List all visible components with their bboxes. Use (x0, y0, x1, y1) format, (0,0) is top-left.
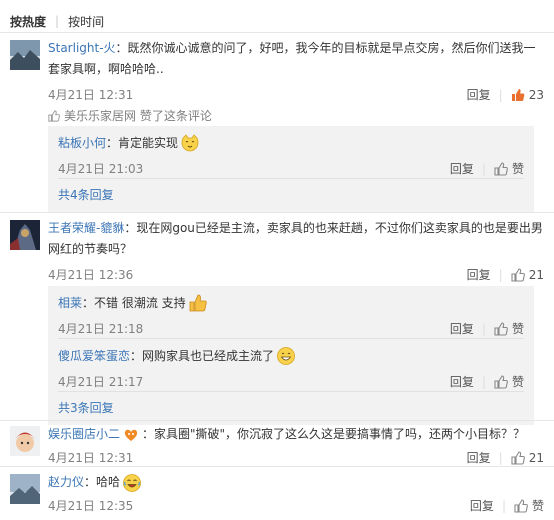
action-divider: | (481, 374, 486, 389)
liked-by-text: 美乐乐家居网 赞了这条评论 (64, 109, 212, 123)
comment-time: 4月21日 12:31 (48, 88, 134, 102)
action-divider: | (498, 87, 503, 102)
like-count: 21 (528, 267, 544, 282)
avatar[interactable] (10, 474, 40, 504)
comment-meta: 4月21日 12:31 回复 | 21 (48, 447, 544, 467)
reply-button[interactable]: 回复 (467, 86, 491, 103)
reply-button[interactable]: 回复 (467, 266, 491, 283)
reply-content: ：肯定能实现 (106, 136, 179, 150)
reply-button[interactable]: 回复 (450, 373, 474, 390)
divider (0, 420, 554, 421)
fan-badge-icon (124, 429, 138, 441)
comment-text: 王者荣耀-貔貅：现在网gou已经是主流，卖家具的也来赶趟，不过你们这卖家具的也是… (48, 218, 544, 260)
avatar[interactable] (10, 426, 40, 456)
reply-username[interactable]: 傻瓜爱笨蛋恋 (58, 346, 130, 366)
reply-actions: 回复 | 赞 (450, 320, 524, 337)
like-label: 赞 (511, 322, 524, 336)
action-divider: | (498, 267, 503, 282)
thumbs-up-icon (511, 267, 525, 282)
divider (0, 32, 554, 33)
like-button[interactable]: 23 (511, 88, 544, 102)
like-button[interactable]: 赞 (514, 497, 544, 514)
divider (0, 212, 554, 213)
grin-emoji (277, 347, 295, 365)
like-count: 23 (528, 87, 544, 102)
thumbs-up-icon (511, 450, 525, 465)
action-divider: | (481, 161, 486, 176)
thumbs-up-emoji (189, 294, 207, 312)
comment-username[interactable]: 赵力仪 (48, 472, 84, 493)
like-button[interactable]: 21 (511, 451, 544, 465)
reply-actions: 回复 | 赞 (450, 160, 524, 177)
like-button[interactable]: 赞 (494, 160, 524, 177)
action-divider: | (498, 450, 503, 465)
comment-actions: 回复 | 赞 (470, 497, 544, 514)
comment-time: 4月21日 12:35 (48, 499, 134, 513)
reply-username[interactable]: 粘板小何 (58, 133, 106, 153)
reply-box: 粘板小何 ：肯定能实现 4月21日 21:03 回复 | 赞 共4条回复 (48, 126, 534, 212)
like-button[interactable]: 21 (511, 268, 544, 282)
comment-text: 赵力仪 ：哈哈 (48, 472, 544, 493)
comment-meta: 4月21日 12:35 回复 | 赞 (48, 495, 544, 515)
comment-text: 娱乐圈店小二 ：家具圈"撕破"，你沉寂了这么久这是要搞事情了吗，还两个小目标？？ (48, 424, 544, 445)
reply-item: 粘板小何 ：肯定能实现 4月21日 21:03 回复 | 赞 (48, 126, 534, 178)
comment-actions: 回复 | 21 (467, 449, 544, 466)
like-count: 21 (528, 450, 544, 465)
comment-username[interactable]: 娱乐圈店小二 (48, 427, 120, 441)
action-divider: | (481, 321, 486, 336)
comment-username[interactable]: Starlight-火 (48, 41, 116, 55)
like-button[interactable]: 赞 (494, 373, 524, 390)
avatar[interactable] (10, 220, 40, 250)
reply-button[interactable]: 回复 (450, 320, 474, 337)
thumbs-up-icon (514, 498, 528, 513)
like-label: 赞 (531, 499, 544, 513)
cat-emoji (181, 134, 199, 152)
comment-text: Starlight-火：既然你诚心诚意的问了，好吧，我今年的目标就是早点交房，然… (48, 38, 544, 80)
comment-content: ：家具圈"撕破"，你沉寂了这么久这是要搞事情了吗，还两个小目标？？ (142, 427, 526, 441)
comment-actions: 回复 | 23 (467, 86, 544, 103)
thumbs-up-icon (511, 88, 525, 101)
more-replies-link[interactable]: 共4条回复 (48, 179, 534, 212)
divider (0, 466, 554, 467)
reply-item: 傻瓜爱笨蛋恋 ：网购家具也已经成主流了 4月21日 21:17 回复 | 赞 (48, 339, 534, 391)
like-label: 赞 (511, 162, 524, 176)
sort-by-hot[interactable]: 按热度 (10, 13, 46, 30)
reply-box: 相莱 ：不错 很潮流 支持 4月21日 21:18 回复 | 赞 傻瓜爱笨蛋恋 ：网… (48, 286, 534, 425)
comment-content: ：既然你诚心诚意的问了，好吧，我今年的目标就是早点交房，然后你们送我一套家具啊，… (48, 41, 536, 76)
reply-item: 相莱 ：不错 很潮流 支持 4月21日 21:18 回复 | 赞 (48, 286, 534, 338)
thumbs-up-icon (48, 109, 60, 122)
comment-actions: 回复 | 21 (467, 266, 544, 283)
sort-bar: 按热度 | 按时间 (10, 11, 104, 31)
reply-button[interactable]: 回复 (467, 449, 491, 466)
thumbs-up-icon (494, 321, 508, 336)
laugh-emoji (123, 473, 141, 492)
comment-meta: 4月21日 12:31 回复 | 23 (48, 84, 544, 104)
comment-username[interactable]: 王者荣耀-貔貅 (48, 221, 124, 235)
like-label: 赞 (511, 375, 524, 389)
reply-username[interactable]: 相莱 (58, 293, 82, 313)
reply-time: 4月21日 21:03 (58, 162, 144, 176)
reply-button[interactable]: 回复 (470, 497, 494, 514)
thumbs-up-icon (494, 161, 508, 176)
sort-by-time[interactable]: 按时间 (68, 13, 104, 30)
reply-content: ：不错 很潮流 支持 (82, 296, 186, 310)
comment-content: ：哈哈 (84, 475, 121, 489)
like-button[interactable]: 赞 (494, 320, 524, 337)
reply-actions: 回复 | 赞 (450, 373, 524, 390)
comment-meta: 4月21日 12:36 回复 | 21 (48, 264, 544, 284)
avatar[interactable] (10, 40, 40, 70)
reply-time: 4月21日 21:18 (58, 322, 144, 336)
sort-divider: | (55, 14, 60, 28)
thumbs-up-icon (494, 374, 508, 389)
action-divider: | (501, 498, 506, 513)
reply-time: 4月21日 21:17 (58, 375, 144, 389)
liked-by-notice: 美乐乐家居网 赞了这条评论 (48, 107, 544, 124)
comment-time: 4月21日 12:31 (48, 451, 134, 465)
reply-button[interactable]: 回复 (450, 160, 474, 177)
comment-time: 4月21日 12:36 (48, 268, 134, 282)
reply-content: ：网购家具也已经成主流了 (130, 349, 275, 363)
